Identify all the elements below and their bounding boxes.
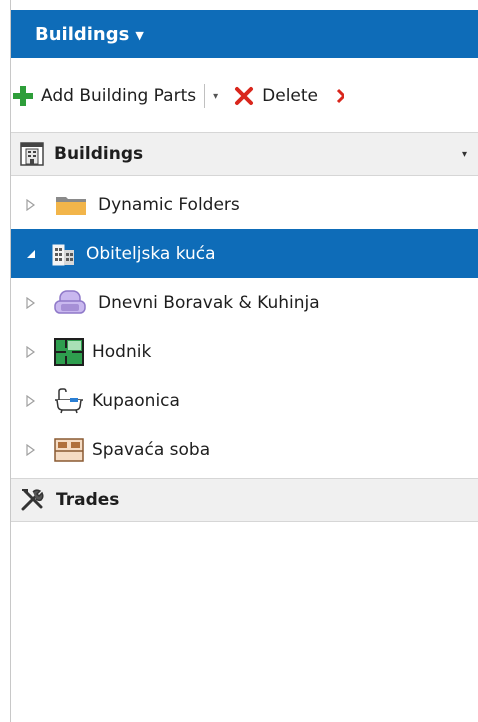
buildings-section-title: Buildings bbox=[54, 144, 144, 164]
caret-down-icon: ▼ bbox=[135, 28, 144, 42]
tree-item-label: Dnevni Boravak & Kuhinja bbox=[98, 292, 320, 313]
trades-section-title: Trades bbox=[56, 490, 120, 510]
add-dropdown-arrow[interactable]: ▾ bbox=[213, 91, 218, 102]
panel-title-dropdown[interactable]: Buildings ▼ bbox=[11, 10, 478, 58]
buildings-window-icon bbox=[20, 142, 44, 166]
delete-label: Delete bbox=[262, 86, 318, 106]
tree-item-label: Spavaća soba bbox=[92, 439, 211, 460]
tree-item-hodnik[interactable]: Hodnik bbox=[11, 327, 478, 376]
buildings-section-header[interactable]: Buildings ▾ bbox=[11, 132, 478, 176]
tree-item-dnevni-boravak[interactable]: Dnevni Boravak & Kuhinja bbox=[11, 278, 478, 327]
expand-triangle-icon[interactable] bbox=[25, 345, 37, 358]
building-icon bbox=[52, 242, 76, 266]
section-caret-down-icon: ▾ bbox=[461, 148, 467, 160]
tree-item-obiteljska-kuca[interactable]: Obiteljska kuća bbox=[11, 229, 478, 278]
app-window: Buildings ▼ Add Building Parts ▾ Delete … bbox=[0, 0, 478, 722]
delete-x-icon bbox=[234, 86, 254, 106]
plus-icon bbox=[13, 86, 33, 106]
overflow-tool-icon[interactable] bbox=[330, 84, 346, 108]
tree-item-kupaonica[interactable]: Kupaonica bbox=[11, 376, 478, 425]
trades-section-header[interactable]: Trades bbox=[11, 478, 478, 522]
expand-triangle-icon[interactable] bbox=[25, 443, 37, 456]
floor-plan-icon bbox=[54, 337, 84, 366]
bathtub-icon bbox=[54, 387, 84, 414]
toolbar: Add Building Parts ▾ Delete bbox=[11, 72, 478, 120]
building-tree: Dynamic Folders Obiteljska kuća Dnevni B… bbox=[11, 180, 478, 474]
collapse-triangle-icon[interactable] bbox=[25, 248, 37, 260]
tree-item-label: Dynamic Folders bbox=[98, 194, 240, 215]
bed-icon bbox=[54, 437, 84, 462]
outer-margin bbox=[0, 0, 10, 722]
tree-item-label: Kupaonica bbox=[92, 390, 180, 411]
panel-title: Buildings bbox=[35, 23, 130, 45]
tree-item-label: Hodnik bbox=[92, 341, 152, 362]
folder-icon bbox=[55, 194, 87, 216]
armchair-icon bbox=[54, 289, 86, 316]
toolbar-separator bbox=[204, 84, 206, 108]
expand-triangle-icon[interactable] bbox=[25, 198, 37, 211]
buildings-panel: Buildings ▼ Add Building Parts ▾ Delete … bbox=[10, 0, 478, 722]
tools-icon bbox=[20, 488, 46, 512]
expand-triangle-icon[interactable] bbox=[25, 394, 37, 407]
add-building-parts-button[interactable]: Add Building Parts bbox=[13, 86, 196, 106]
delete-button[interactable]: Delete bbox=[234, 86, 318, 106]
expand-triangle-icon[interactable] bbox=[25, 296, 37, 309]
empty-panel-area bbox=[11, 528, 478, 722]
add-building-parts-label: Add Building Parts bbox=[41, 86, 197, 106]
tree-item-spavaca-soba[interactable]: Spavaća soba bbox=[11, 425, 478, 474]
tree-item-label: Obiteljska kuća bbox=[86, 243, 216, 264]
tree-item-dynamic-folders[interactable]: Dynamic Folders bbox=[11, 180, 478, 229]
